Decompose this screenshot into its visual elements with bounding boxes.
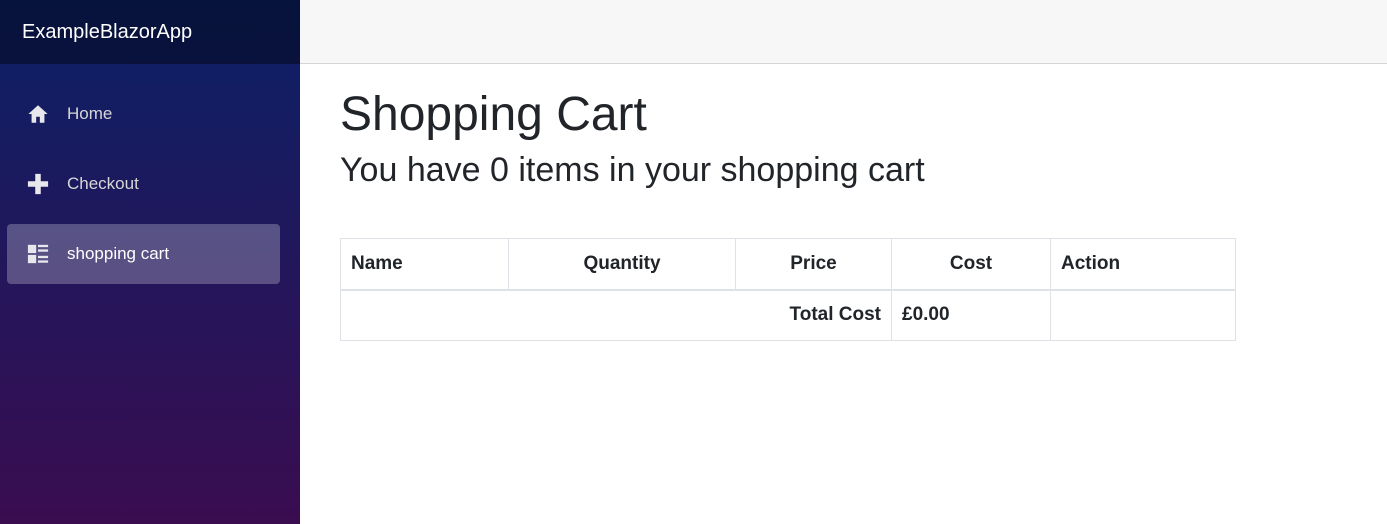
total-row: Total Cost £0.00 [340,289,1236,341]
list-rich-icon [26,242,50,266]
column-header-price: Price [735,238,892,291]
plus-icon [26,172,50,196]
total-cost-value: £0.00 [891,289,1051,341]
total-action-cell [1050,289,1236,341]
sidebar-item-label: Home [67,104,113,123]
total-cost-label: Total Cost [340,289,892,341]
sidebar-item-label: Checkout [67,174,139,193]
sidebar-item-home[interactable]: Home [7,84,280,144]
sidebar-item-checkout[interactable]: Checkout [7,154,280,214]
brand-bar: ExampleBlazorApp [0,0,300,64]
home-icon [26,102,50,126]
table-header-row: Name Quantity Price Cost Action [340,238,1236,291]
main-content: Shopping Cart You have 0 items in your s… [340,86,1340,190]
cart-summary: You have 0 items in your shopping cart [340,150,925,189]
page-title: Shopping Cart [340,88,647,141]
brand-link[interactable]: ExampleBlazorApp [22,21,192,44]
column-header-cost: Cost [891,238,1051,291]
column-header-name: Name [340,238,509,291]
top-row [300,0,1387,64]
column-header-quantity: Quantity [508,238,736,291]
sidebar-item-label: shopping cart [67,244,170,263]
sidebar-item-shopping-cart[interactable]: shopping cart [7,224,280,284]
sidebar: ExampleBlazorApp Home Checkout shopping … [0,0,300,524]
column-header-action: Action [1050,238,1236,291]
nav-menu: Home Checkout shopping cart [0,64,300,284]
cart-table: Name Quantity Price Cost Action Total Co… [340,238,1236,341]
